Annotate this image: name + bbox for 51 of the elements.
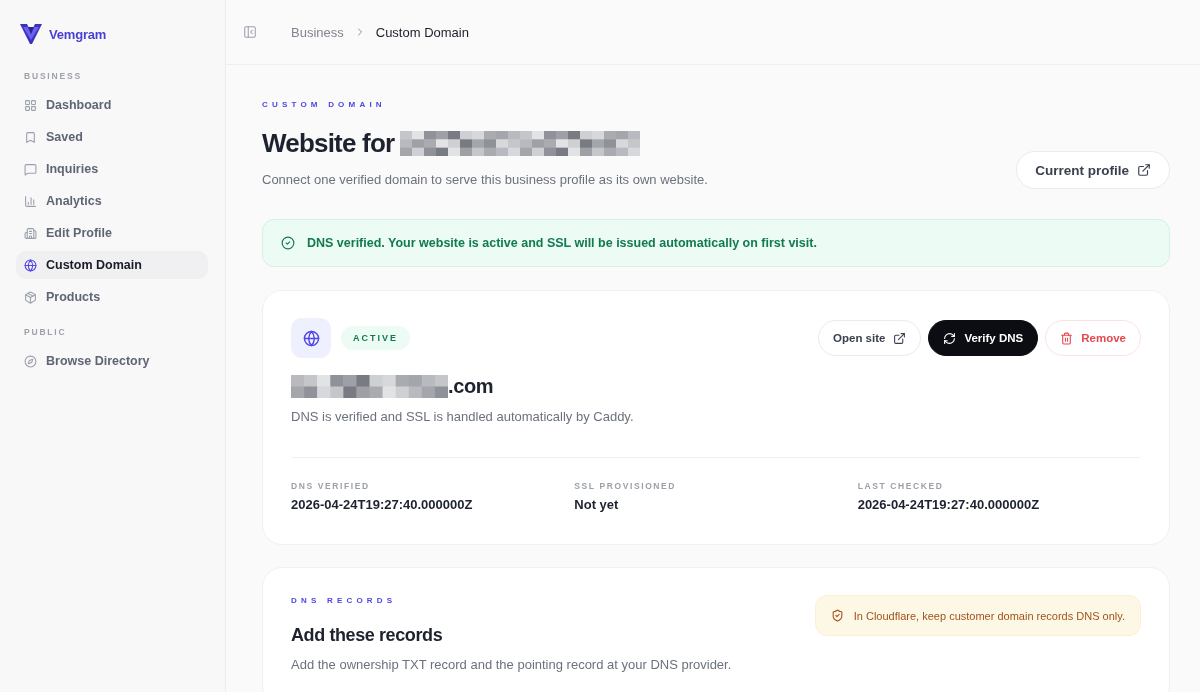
- box-icon: [24, 290, 37, 304]
- shield-icon: [830, 609, 844, 622]
- detail-value: Not yet: [574, 497, 620, 513]
- breadcrumb-link[interactable]: Custom Domain: [375, 24, 469, 40]
- building-icon: [24, 226, 37, 240]
- section-label: BUSINESS: [23, 70, 83, 82]
- sidebar-item[interactable]: Browse Directory: [16, 347, 208, 375]
- refresh-icon: [943, 331, 957, 345]
- chat-bubble-icon: [24, 162, 37, 176]
- page-subtitle: Connect one verified domain to serve this business profile as its own website.: [262, 171, 708, 189]
- detail-label: LAST CHECKED: [857, 481, 945, 491]
- sidebar-item[interactable]: Dashboard: [16, 91, 208, 119]
- compass-icon: [24, 354, 37, 368]
- sidebar-item[interactable]: Inquiries: [16, 155, 208, 183]
- section-title: Add these records: [291, 624, 444, 647]
- status-badge: ACTIVE: [341, 326, 410, 350]
- detail-label: DNS VERIFIED: [291, 481, 371, 491]
- logo-icon: [20, 23, 42, 45]
- check-circle-icon: [281, 236, 295, 250]
- domain-description: DNS is verified and SSL is handled automatically by Caddy.: [291, 408, 635, 426]
- detail-value: 2026-04-24T19:27:40.000000Z: [857, 497, 1041, 513]
- trash-icon: [1060, 331, 1074, 345]
- sidebar-item[interactable]: Analytics: [16, 187, 208, 215]
- action-button[interactable]: Open site: [818, 320, 922, 356]
- current-profile-button[interactable]: Current profile: [1016, 151, 1170, 189]
- domain-suffix: .com: [448, 374, 494, 399]
- notice-text: In Cloudflare, keep customer domain records DNS only.: [853, 609, 1125, 622]
- globe-icon: [291, 318, 331, 358]
- sidebar-item[interactable]: Saved: [16, 123, 208, 151]
- action-button[interactable]: Verify DNS: [928, 320, 1039, 356]
- grid-icon: [24, 98, 37, 112]
- section-description: Add the ownership TXT record and the pointing record at your DNS provider.: [291, 656, 732, 674]
- bookmark-icon: [24, 130, 37, 144]
- page-title: Website for: [262, 127, 395, 159]
- sidebar-toggle-icon[interactable]: [243, 25, 257, 39]
- section-eyebrow: CUSTOM DOMAIN: [262, 100, 387, 110]
- detail-label: SSL PROVISIONED: [574, 481, 678, 491]
- breadcrumb-link[interactable]: Business: [291, 24, 344, 40]
- section-label: PUBLIC: [23, 326, 68, 338]
- brand-name: Vemgram: [49, 26, 107, 42]
- sidebar-item[interactable]: Custom Domain: [16, 251, 208, 279]
- external-link-icon: [893, 331, 907, 345]
- sidebar-item[interactable]: Products: [16, 283, 208, 311]
- notice-text: DNS verified. Your website is active and SSL will be issued automatically on first visit.: [307, 236, 817, 250]
- section-eyebrow: DNS RECORDS: [291, 596, 398, 606]
- globe-icon: [24, 258, 37, 272]
- detail-value: 2026-04-24T19:27:40.000000Z: [291, 497, 474, 513]
- action-button[interactable]: Remove: [1045, 320, 1141, 356]
- sidebar-item[interactable]: Edit Profile: [16, 219, 208, 247]
- bar-chart-icon: [24, 194, 37, 208]
- external-link-icon: [1137, 163, 1151, 177]
